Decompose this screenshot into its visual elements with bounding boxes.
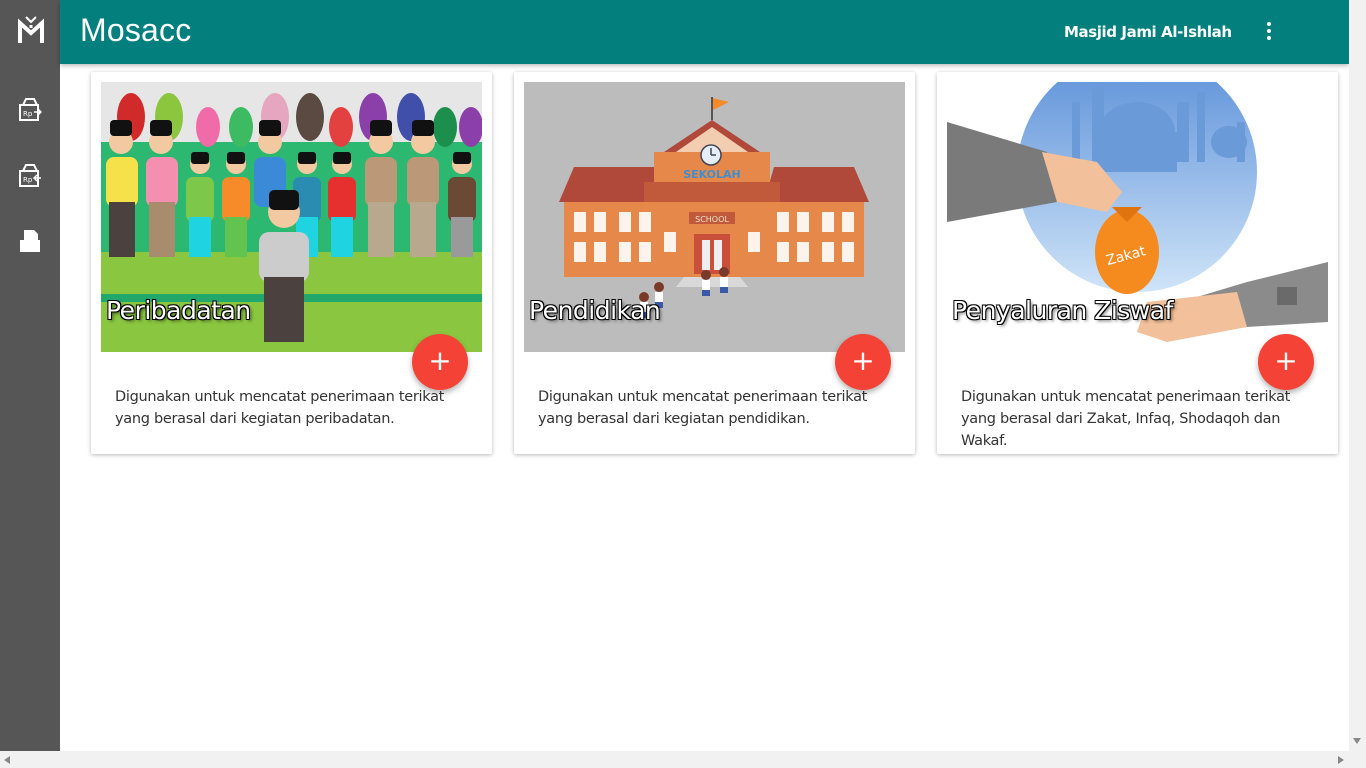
mosque-name[interactable]: Masjid Jami Al-Ishlah (1064, 23, 1232, 41)
add-ziswaf-button[interactable]: + (1258, 334, 1314, 390)
card-penyaluran-ziswaf: Zakat Penyaluran Ziswaf + Digunakan untu… (937, 72, 1338, 454)
add-pendidikan-button[interactable]: + (835, 334, 891, 390)
app-logo[interactable] (17, 15, 45, 45)
card-peribadatan: Peribadatan + Digunakan untuk mencatat p… (91, 72, 492, 454)
school-plate-text: SCHOOL (695, 215, 729, 224)
svg-text:Rp: Rp (23, 176, 33, 184)
horizontal-scrollbar[interactable] (0, 751, 1366, 768)
school-sign-text: SEKOLAH (683, 168, 741, 181)
svg-text:Rp: Rp (23, 110, 33, 118)
scroll-left-arrow-icon[interactable] (4, 756, 10, 764)
more-vert-icon[interactable] (1258, 20, 1280, 44)
scroll-right-arrow-icon[interactable] (1338, 756, 1344, 764)
card-pendidikan: SEKOLAH SCHOOL Pendidikan + Digunakan un… (514, 72, 915, 454)
card-title: Pendidikan (529, 296, 661, 325)
add-peribadatan-button[interactable]: + (412, 334, 468, 390)
card-description: Digunakan untuk mencatat penerimaan teri… (115, 389, 445, 427)
app-bar: Mosacc Masjid Jami Al-Ishlah (60, 0, 1349, 64)
card-description: Digunakan untuk mencatat penerimaan teri… (961, 389, 1291, 449)
card-title: Peribadatan (106, 296, 251, 325)
scroll-down-arrow-icon[interactable] (1353, 738, 1361, 744)
income-icon[interactable]: Rp (18, 96, 42, 122)
sidebar: Rp Rp (0, 0, 60, 751)
card-title: Penyaluran Ziswaf (952, 296, 1173, 325)
expense-icon[interactable]: Rp (18, 162, 42, 188)
app-title: Mosacc (80, 12, 192, 48)
card-description: Digunakan untuk mencatat penerimaan teri… (538, 389, 868, 427)
vertical-scrollbar[interactable] (1349, 0, 1366, 751)
report-icon[interactable] (18, 228, 42, 254)
